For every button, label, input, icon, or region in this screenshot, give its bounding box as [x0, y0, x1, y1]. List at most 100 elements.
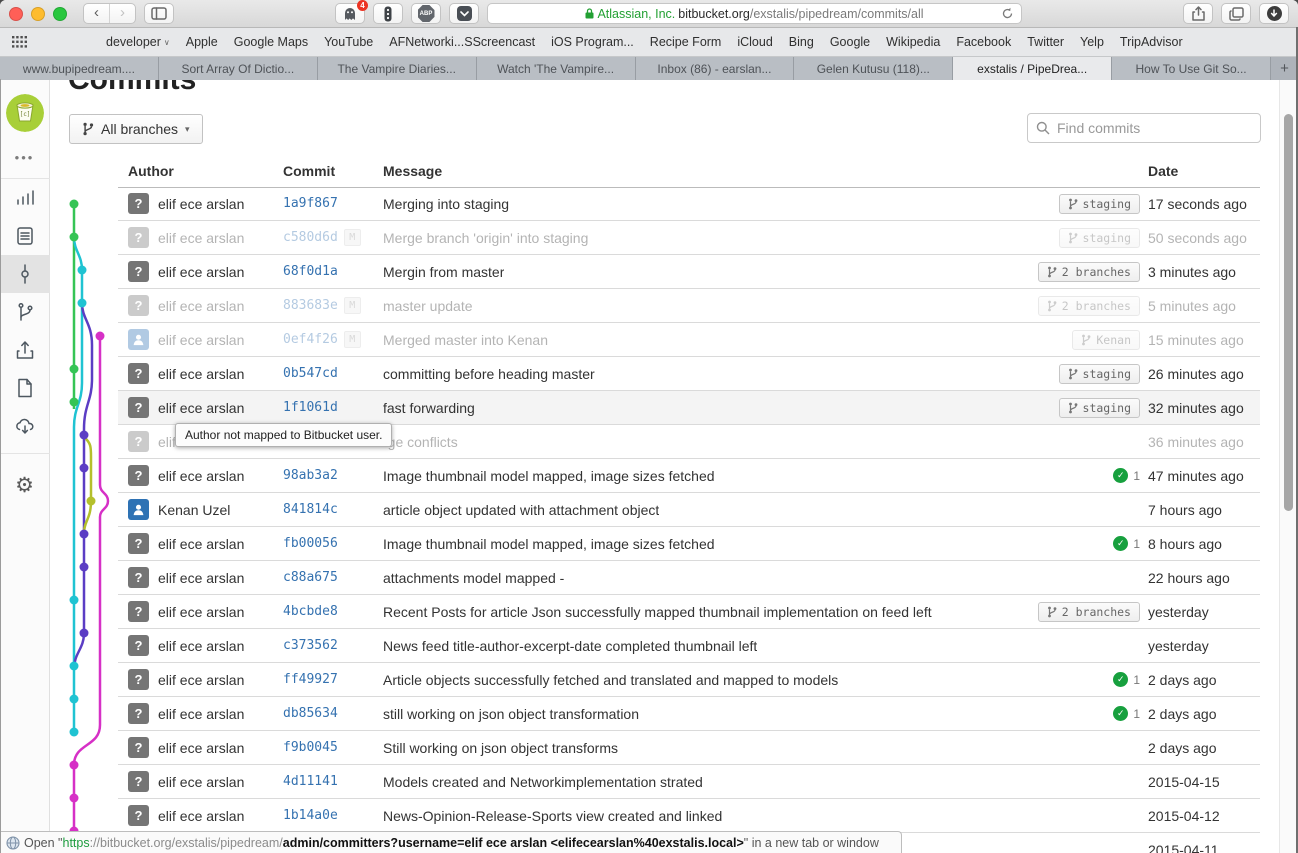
- commit-hash-link[interactable]: c373562: [283, 638, 338, 653]
- branch-selector-button[interactable]: All branches ▾: [69, 114, 203, 144]
- sidebar-toggle-button[interactable]: [144, 3, 174, 24]
- commit-hash-link[interactable]: 1a9f867: [283, 196, 338, 211]
- commit-message[interactable]: rge conflicts: [383, 425, 458, 458]
- commit-hash-link[interactable]: 841814c: [283, 502, 338, 517]
- commit-author[interactable]: elif ece arslan: [158, 595, 244, 628]
- browser-tab[interactable]: Gelen Kutusu (118)...: [794, 57, 953, 80]
- build-status[interactable]: ✓1: [1113, 536, 1140, 551]
- branch-badge[interactable]: staging: [1059, 228, 1140, 248]
- bookmark-item[interactable]: TripAdvisor: [1120, 35, 1183, 49]
- build-status[interactable]: ✓1: [1113, 706, 1140, 721]
- tab-overview-button[interactable]: [1221, 3, 1251, 24]
- branch-badge[interactable]: staging: [1059, 364, 1140, 384]
- branch-badge[interactable]: 2 branches: [1038, 602, 1140, 622]
- address-bar[interactable]: Atlassian, Inc. bitbucket.org/exstalis/p…: [487, 3, 1022, 24]
- sidebar-item-settings[interactable]: ⚙: [0, 466, 50, 504]
- bookmark-item[interactable]: Recipe Form: [650, 35, 722, 49]
- sidebar-item-downloads[interactable]: [0, 407, 50, 445]
- commit-message[interactable]: Merge branch 'origin' into staging: [383, 221, 588, 254]
- branch-badge[interactable]: 2 branches: [1038, 262, 1140, 282]
- commit-author[interactable]: elif ece arslan: [158, 187, 244, 220]
- commit-author[interactable]: elif ece arslan: [158, 527, 244, 560]
- bookmark-item[interactable]: AFNetworki...SScreencast: [389, 35, 535, 49]
- forward-button[interactable]: ›: [109, 4, 135, 23]
- sidebar-item-file[interactable]: [0, 369, 50, 407]
- reload-button[interactable]: [1001, 7, 1014, 23]
- commit-hash-link[interactable]: 1f1061d: [283, 400, 338, 415]
- commit-hash-link[interactable]: c88a675: [283, 570, 338, 585]
- commit-hash-link[interactable]: 4d11141: [283, 774, 338, 789]
- ghostery-extension-button[interactable]: 4: [335, 3, 365, 24]
- branch-badge[interactable]: Kenan: [1072, 330, 1140, 350]
- browser-tab[interactable]: The Vampire Diaries...: [318, 57, 477, 80]
- sidebar-item-pull-requests[interactable]: [0, 331, 50, 369]
- adblock-plus-extension-button[interactable]: ABP: [411, 3, 441, 24]
- commit-author[interactable]: elif ece arslan: [158, 255, 244, 288]
- commit-hash-link[interactable]: db85634: [283, 706, 338, 721]
- repo-avatar[interactable]: [c]: [6, 94, 44, 132]
- commit-hash-link[interactable]: fb00056: [283, 536, 338, 551]
- commit-message[interactable]: article object updated with attachment o…: [383, 493, 659, 526]
- commit-author[interactable]: elif ece arslan: [158, 629, 244, 662]
- commit-message[interactable]: Image thumbnail model mapped, image size…: [383, 527, 715, 560]
- commit-author[interactable]: elif ece arslan: [158, 731, 244, 764]
- bookmark-item[interactable]: Google: [830, 35, 870, 49]
- commit-author[interactable]: elif ece arslan: [158, 357, 244, 390]
- bookmark-item[interactable]: iCloud: [737, 35, 772, 49]
- commit-hash-link[interactable]: ff49927: [283, 672, 338, 687]
- extension-button[interactable]: [373, 3, 403, 24]
- branch-badge[interactable]: staging: [1059, 398, 1140, 418]
- close-window-button[interactable]: [9, 7, 23, 21]
- bookmark-item[interactable]: Apple: [186, 35, 218, 49]
- commit-message[interactable]: master update: [383, 289, 473, 322]
- commit-message[interactable]: Recent Posts for article Json successful…: [383, 595, 932, 628]
- sidebar-item-source[interactable]: [0, 217, 50, 255]
- commit-hash-link[interactable]: f9b0045: [283, 740, 338, 755]
- commit-author[interactable]: elif ece arslan: [158, 459, 244, 492]
- maximize-window-button[interactable]: [53, 7, 67, 21]
- bookmark-item[interactable]: YouTube: [324, 35, 373, 49]
- commit-message[interactable]: attachments model mapped -: [383, 561, 564, 594]
- commit-author[interactable]: elif ece arslan: [158, 663, 244, 696]
- commit-hash-link[interactable]: c580d6d: [283, 230, 338, 245]
- commit-author[interactable]: elif ece arslan: [158, 799, 244, 832]
- commit-message[interactable]: committing before heading master: [383, 357, 595, 390]
- new-tab-button[interactable]: +: [1271, 57, 1298, 80]
- bookmark-item[interactable]: Bing: [789, 35, 814, 49]
- branch-badge[interactable]: 2 branches: [1038, 296, 1140, 316]
- more-icon[interactable]: •••: [15, 150, 35, 170]
- commit-hash-link[interactable]: 0b547cd: [283, 366, 338, 381]
- commit-author[interactable]: elif ece arslan: [158, 697, 244, 730]
- browser-tab[interactable]: How To Use Git So...: [1112, 57, 1271, 80]
- commit-message[interactable]: Still working on json object transforms: [383, 731, 618, 764]
- commit-hash-link[interactable]: 1b14a0e: [283, 808, 338, 823]
- scrollbar-thumb[interactable]: [1284, 114, 1293, 511]
- commit-hash-link[interactable]: 0ef4f26: [283, 332, 338, 347]
- downloads-button[interactable]: [1259, 3, 1289, 24]
- browser-tab[interactable]: exstalis / PipeDrea...: [953, 57, 1112, 80]
- build-status[interactable]: ✓1: [1113, 672, 1140, 687]
- back-button[interactable]: ‹: [84, 4, 109, 23]
- commit-message[interactable]: Merged master into Kenan: [383, 323, 548, 356]
- commit-author[interactable]: elif ece arslan: [158, 561, 244, 594]
- branch-badge[interactable]: staging: [1059, 194, 1140, 214]
- commit-message[interactable]: fast forwarding: [383, 391, 475, 424]
- minimize-window-button[interactable]: [31, 7, 45, 21]
- commit-message[interactable]: News-Opinion-Release-Sports view created…: [383, 799, 722, 832]
- bookmark-item[interactable]: Yelp: [1080, 35, 1104, 49]
- commit-author[interactable]: elif ece arslan: [158, 323, 244, 356]
- commit-author[interactable]: Kenan Uzel: [158, 493, 230, 526]
- sidebar-item-commits[interactable]: [0, 255, 50, 293]
- bookmark-item[interactable]: developer∨: [106, 35, 170, 49]
- commit-author[interactable]: elif ece arslan: [158, 289, 244, 322]
- bookmark-item[interactable]: Google Maps: [234, 35, 308, 49]
- commit-hash-link[interactable]: 98ab3a2: [283, 468, 338, 483]
- build-status[interactable]: ✓1: [1113, 468, 1140, 483]
- commit-author[interactable]: elif ece arslan: [158, 765, 244, 798]
- sidebar-item-overview[interactable]: [0, 179, 50, 217]
- sidebar-item-branches[interactable]: [0, 293, 50, 331]
- bookmark-item[interactable]: iOS Program...: [551, 35, 634, 49]
- commit-message[interactable]: Merging into staging: [383, 187, 509, 220]
- commit-message[interactable]: still working on json object transformat…: [383, 697, 639, 730]
- commit-author[interactable]: elif ece arslan: [158, 391, 244, 424]
